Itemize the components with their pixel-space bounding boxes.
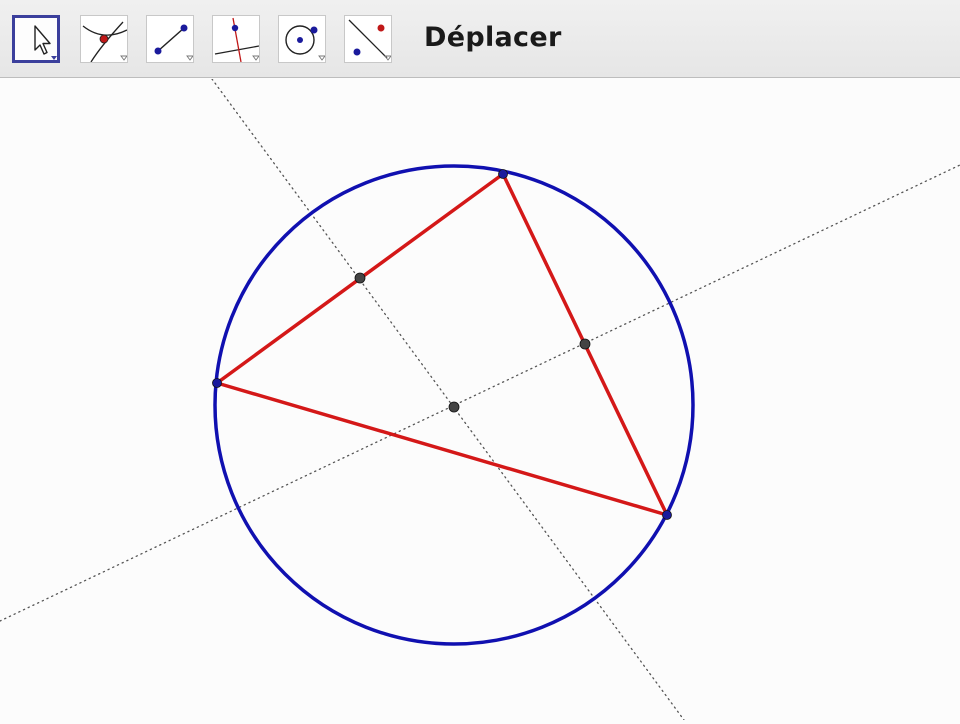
toolbar: Déplacer	[0, 0, 960, 78]
reflect-tool-button[interactable]	[344, 15, 392, 63]
circle-center-icon	[285, 25, 325, 61]
graphics-view[interactable]	[0, 78, 960, 721]
current-tool-label: Déplacer	[424, 22, 562, 53]
vertex-a[interactable]	[212, 378, 222, 388]
segment-ca[interactable]	[215, 381, 669, 517]
reflect-icon	[348, 19, 391, 61]
perpendicular-bisector-tool-button[interactable]	[212, 15, 260, 63]
construction-canvas[interactable]	[0, 78, 960, 721]
move-tool-button[interactable]	[12, 15, 60, 63]
segment-icon	[154, 24, 193, 61]
vertex-c[interactable]	[662, 510, 672, 520]
circumcenter[interactable]	[448, 401, 460, 413]
vertex-b[interactable]	[498, 169, 508, 179]
intersect-point-tool-button[interactable]	[80, 15, 128, 63]
perpendicular-bisector-icon	[214, 17, 259, 62]
cursor-arrow-icon	[34, 25, 57, 60]
midpoint-bc[interactable]	[579, 338, 591, 350]
perpendicular-bisector-bc[interactable]	[0, 164, 960, 622]
segment-tool-button[interactable]	[146, 15, 194, 63]
intersect-point-icon	[82, 21, 127, 62]
circle-center-point-tool-button[interactable]	[278, 15, 326, 63]
midpoint-ab[interactable]	[354, 272, 366, 284]
